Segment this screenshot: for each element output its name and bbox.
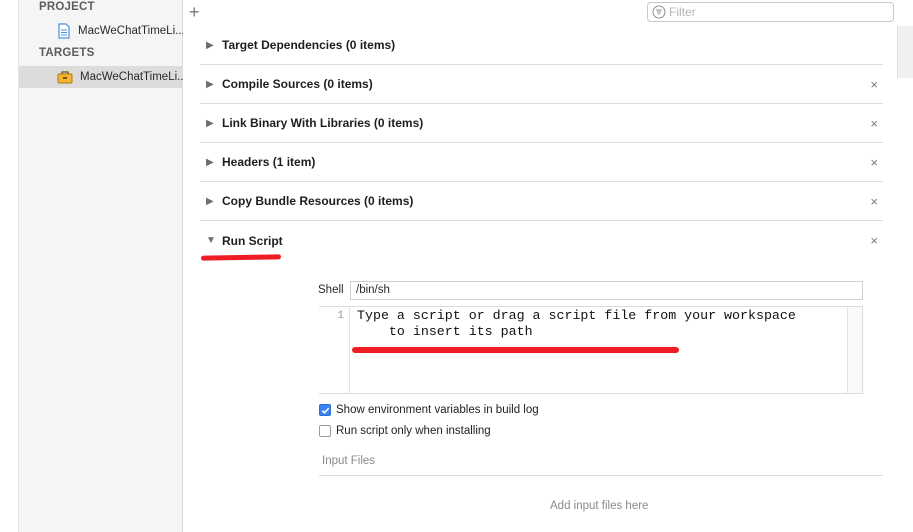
phase-link-binary[interactable]: ▶ Link Binary With Libraries (0 items) ×	[200, 104, 883, 143]
disclosure-triangle-icon[interactable]: ▶	[206, 118, 216, 129]
build-phases-toolbar: +	[183, 0, 913, 26]
script-placeholder-line-1: Type a script or drag a script file from…	[357, 308, 796, 323]
remove-phase-icon[interactable]: ×	[870, 116, 878, 131]
script-placeholder: Type a script or drag a script file from…	[357, 308, 842, 340]
script-placeholder-line-2: to insert its path	[357, 324, 533, 339]
input-files-header: Input Files	[322, 455, 376, 467]
shell-label: Shell	[318, 284, 344, 296]
line-number-gutter: 1	[319, 307, 350, 393]
run-only-installing-row[interactable]: Run script only when installing	[319, 425, 491, 437]
phase-target-dependencies[interactable]: ▶ Target Dependencies (0 items)	[200, 26, 883, 65]
disclosure-triangle-icon[interactable]: ▶	[206, 157, 216, 168]
shell-field[interactable]: /bin/sh	[350, 281, 863, 300]
phase-copy-bundle-resources[interactable]: ▶ Copy Bundle Resources (0 items) ×	[200, 182, 883, 221]
line-number: 1	[337, 310, 344, 322]
filter-input[interactable]	[669, 5, 869, 19]
filter-field[interactable]	[647, 2, 894, 22]
phase-title: Headers (1 item)	[222, 155, 316, 169]
run-only-installing-checkbox[interactable]	[319, 425, 331, 437]
input-files-list[interactable]: Add input files here	[319, 475, 883, 532]
filter-icon	[652, 5, 666, 19]
add-build-phase-button[interactable]: +	[189, 2, 200, 23]
disclosure-triangle-expanded-icon[interactable]: ▼	[206, 235, 216, 246]
show-env-vars-label: Show environment variables in build log	[336, 404, 539, 416]
editor-scrollbar[interactable]	[847, 307, 862, 393]
phase-title: Run Script	[222, 233, 283, 248]
phase-title: Copy Bundle Resources (0 items)	[222, 194, 414, 208]
remove-phase-icon[interactable]: ×	[870, 233, 878, 248]
remove-phase-icon[interactable]: ×	[870, 77, 878, 92]
vertical-scrollbar[interactable]	[897, 26, 913, 78]
phase-headers[interactable]: ▶ Headers (1 item) ×	[200, 143, 883, 182]
target-item-label: MacWeChatTimeLi...	[80, 71, 183, 83]
phase-compile-sources[interactable]: ▶ Compile Sources (0 items) ×	[200, 65, 883, 104]
phase-title: Compile Sources (0 items)	[222, 77, 373, 91]
show-env-vars-checkbox[interactable]	[319, 404, 331, 416]
sidebar-item-project[interactable]: MacWeChatTimeLi...	[19, 20, 183, 42]
project-section-header: PROJECT	[39, 1, 95, 13]
project-file-icon	[58, 23, 70, 39]
phase-run-script[interactable]: ▼ Run Script ×	[200, 221, 883, 260]
remove-phase-icon[interactable]: ×	[870, 155, 878, 170]
checkmark-icon	[321, 407, 329, 414]
run-only-installing-label: Run script only when installing	[336, 425, 491, 437]
disclosure-triangle-icon[interactable]: ▶	[206, 79, 216, 90]
annotation-underline-script-hint	[352, 347, 679, 353]
input-files-hint: Add input files here	[550, 500, 649, 512]
project-item-label: MacWeChatTimeLi...	[78, 25, 183, 37]
remove-phase-icon[interactable]: ×	[870, 194, 878, 209]
disclosure-triangle-icon[interactable]: ▶	[206, 196, 216, 207]
project-navigator-sidebar: PROJECT MacWeChatTimeLi... TARGETS MacWe…	[18, 0, 183, 532]
disclosure-triangle-icon[interactable]: ▶	[206, 40, 216, 51]
toolbox-icon	[57, 71, 73, 84]
phase-title: Link Binary With Libraries (0 items)	[222, 116, 424, 130]
phase-title: Target Dependencies (0 items)	[222, 38, 396, 52]
targets-section-header: TARGETS	[39, 47, 95, 59]
show-env-vars-row[interactable]: Show environment variables in build log	[319, 404, 539, 416]
sidebar-item-target[interactable]: MacWeChatTimeLi...	[19, 66, 183, 88]
